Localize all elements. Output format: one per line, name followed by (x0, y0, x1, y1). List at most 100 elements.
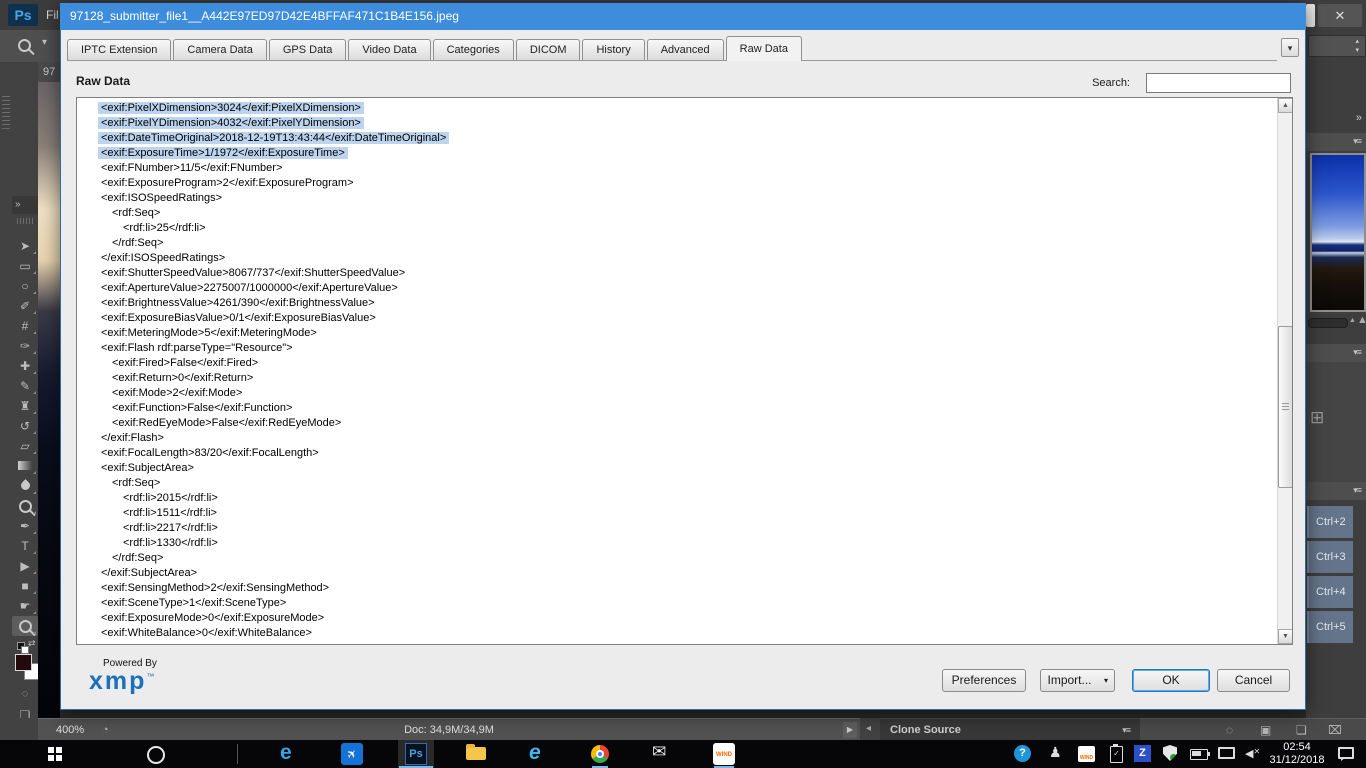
scroll-left-icon[interactable]: ◂ (866, 718, 871, 740)
chrome-taskbar-icon[interactable] (591, 745, 609, 763)
ok-button[interactable]: OK (1132, 669, 1210, 692)
blur-tool[interactable] (12, 476, 38, 496)
new-channel-icon[interactable]: ❏ (1296, 719, 1307, 741)
dodge-tool[interactable] (12, 496, 38, 516)
zoom-out-mountain-icon[interactable]: ▲ (1349, 317, 1356, 324)
defender-tray-icon[interactable] (1163, 745, 1177, 761)
trademark-symbol: ™ (146, 672, 155, 681)
healing-brush-tool-icon: ✚ (19, 359, 31, 373)
pen-tool[interactable]: ✒ (12, 516, 38, 536)
zoom-tool[interactable] (12, 616, 38, 636)
photoshop-taskbar-icon[interactable]: Ps (405, 743, 427, 765)
import-dropdown-icon[interactable]: ▾ (1098, 669, 1115, 692)
help-tray-icon[interactable]: ? (1014, 745, 1031, 762)
scroll-up-icon[interactable]: ▲ (1278, 98, 1292, 113)
scroll-down-icon[interactable]: ▼ (1278, 629, 1292, 644)
raw-data-line: <exif:ISOSpeedRatings> (101, 192, 223, 204)
search-input[interactable] (1146, 73, 1291, 93)
mail-taskbar-icon[interactable]: ✉ (652, 742, 666, 762)
file-explorer-icon[interactable] (466, 744, 486, 760)
page-title: Raw Data (76, 74, 131, 88)
tab-history[interactable]: History (582, 39, 645, 60)
panel-grip-texture (2, 96, 10, 132)
hand-tool[interactable]: ☛ (12, 596, 38, 616)
vertical-scrollbar[interactable]: ▲ ▼ (1277, 98, 1292, 644)
lasso-tool[interactable]: ○ (12, 276, 38, 296)
navigator-thumbnail[interactable] (1310, 153, 1366, 312)
people-tray-icon[interactable]: ♟ (1049, 744, 1062, 761)
menu-file-partial[interactable]: Fil (46, 0, 59, 30)
type-tool[interactable]: T (12, 536, 38, 556)
eyedropper-tool[interactable]: ✑ (12, 336, 38, 356)
healing-brush-tool[interactable]: ✚ (12, 356, 38, 376)
tab-camera-data[interactable]: Camera Data (173, 39, 267, 60)
tab-raw-data[interactable]: Raw Data (725, 36, 802, 61)
battery-tray-icon[interactable] (1190, 749, 1210, 760)
cancel-button[interactable]: Cancel (1217, 669, 1290, 692)
start-button[interactable] (48, 747, 62, 761)
foreground-color-swatch[interactable] (15, 654, 32, 671)
tab-video-data[interactable]: Video Data (348, 39, 431, 60)
panel-menu-icon[interactable]: ▾≡ (1122, 725, 1131, 736)
tab-iptc-extension[interactable]: IPTC Extension (67, 39, 172, 60)
channel-row-ctrl-5[interactable]: Ctrl+5 (1307, 611, 1353, 643)
close-window-button[interactable]: ✕ (1318, 4, 1362, 27)
wind-taskbar-icon[interactable]: WIND (713, 743, 735, 765)
clone-stamp-tool[interactable]: ♜ (12, 396, 38, 416)
quick-mask-icon[interactable]: ◌ (12, 688, 38, 700)
tab-advanced[interactable]: Advanced (646, 39, 724, 60)
volume-muted-icon[interactable]: ◀✕ (1245, 747, 1260, 760)
tab-overflow-button[interactable]: ▾ (1281, 38, 1299, 57)
chevron-down-icon[interactable]: ▾ (42, 37, 47, 48)
navigator-zoom-slider[interactable] (1308, 318, 1348, 328)
tab-gps-data[interactable]: GPS Data (268, 39, 347, 60)
panel-menu-icon[interactable]: ▾≡ (1353, 136, 1362, 147)
channel-row-ctrl-3[interactable]: Ctrl+3 (1307, 541, 1353, 573)
import-button[interactable]: Import... (1040, 669, 1099, 692)
move-tool[interactable]: ➤ (12, 236, 38, 256)
cortana-button[interactable] (147, 746, 165, 764)
raw-data-textarea[interactable]: <exif:PixelXDimension>3024</exif:PixelXD… (76, 97, 1293, 645)
restore-window-button[interactable] (1306, 4, 1315, 27)
channel-row-ctrl-4[interactable]: Ctrl+4 (1307, 576, 1353, 608)
tab-dicom[interactable]: DICOM (515, 39, 581, 60)
clone-source-panel-tab[interactable]: Clone Source ▾≡ (880, 718, 1140, 740)
network-tray-icon[interactable] (1218, 747, 1235, 759)
delete-channel-icon[interactable]: ⌧ (1328, 719, 1342, 741)
panel-menu-icon[interactable]: ▾≡ (1353, 347, 1362, 358)
app-taskbar-icon[interactable]: ✈ (341, 743, 363, 765)
panel-menu-icon[interactable]: ▾≡ (1353, 485, 1362, 496)
tab-categories[interactable]: Categories (432, 39, 514, 60)
eraser-tool[interactable]: ▱ (12, 436, 38, 456)
path-selection-tool[interactable]: ▶ (12, 556, 38, 576)
crop-tool[interactable]: # (12, 316, 38, 336)
taskbar-clock[interactable]: 02:54 31/12/2018 (1266, 741, 1328, 767)
left-panel-divider[interactable] (0, 62, 12, 718)
marquee-tool[interactable]: ▭ (12, 256, 38, 276)
history-brush-tool[interactable]: ↺ (12, 416, 38, 436)
document-tab-partial[interactable]: 97 (38, 62, 60, 82)
channel-row-ctrl-2[interactable]: Ctrl+2 (1307, 506, 1353, 538)
internet-explorer-icon[interactable]: e (529, 741, 541, 765)
usb-tray-icon[interactable]: ✓ (1110, 744, 1123, 763)
load-selection-icon[interactable]: ◌ (1226, 719, 1233, 741)
preferences-button[interactable]: Preferences (942, 669, 1026, 692)
gradient-tool[interactable] (12, 456, 38, 476)
swap-colors-icon[interactable]: ⇄ (28, 638, 36, 649)
collapse-panels-icon[interactable]: » (1306, 112, 1362, 124)
workspace-combobox[interactable]: ▴ ▾ (1308, 35, 1366, 57)
save-mask-icon[interactable]: ▣ (1260, 719, 1271, 741)
scrollbar-thumb[interactable] (1278, 326, 1292, 488)
quick-selection-tool[interactable]: ✐ (12, 296, 38, 316)
action-center-icon[interactable] (1338, 747, 1354, 761)
status-flyout-icon[interactable]: ▶ (843, 722, 857, 738)
wind-tray-icon[interactable]: WIND (1078, 746, 1095, 762)
zoom-in-mountain-icon[interactable]: ▲ (1357, 314, 1366, 326)
zonealarm-tray-icon[interactable]: Z (1134, 745, 1151, 762)
collapse-panel-icon[interactable]: » (12, 196, 38, 214)
edge-taskbar-icon[interactable]: e (280, 741, 292, 765)
brush-tool[interactable]: ✎ (12, 376, 38, 396)
shape-tool[interactable]: ■ (12, 576, 38, 596)
raw-data-line: </rdf:Seq> (112, 552, 164, 564)
default-colors-control[interactable]: ⇄ (14, 638, 40, 654)
